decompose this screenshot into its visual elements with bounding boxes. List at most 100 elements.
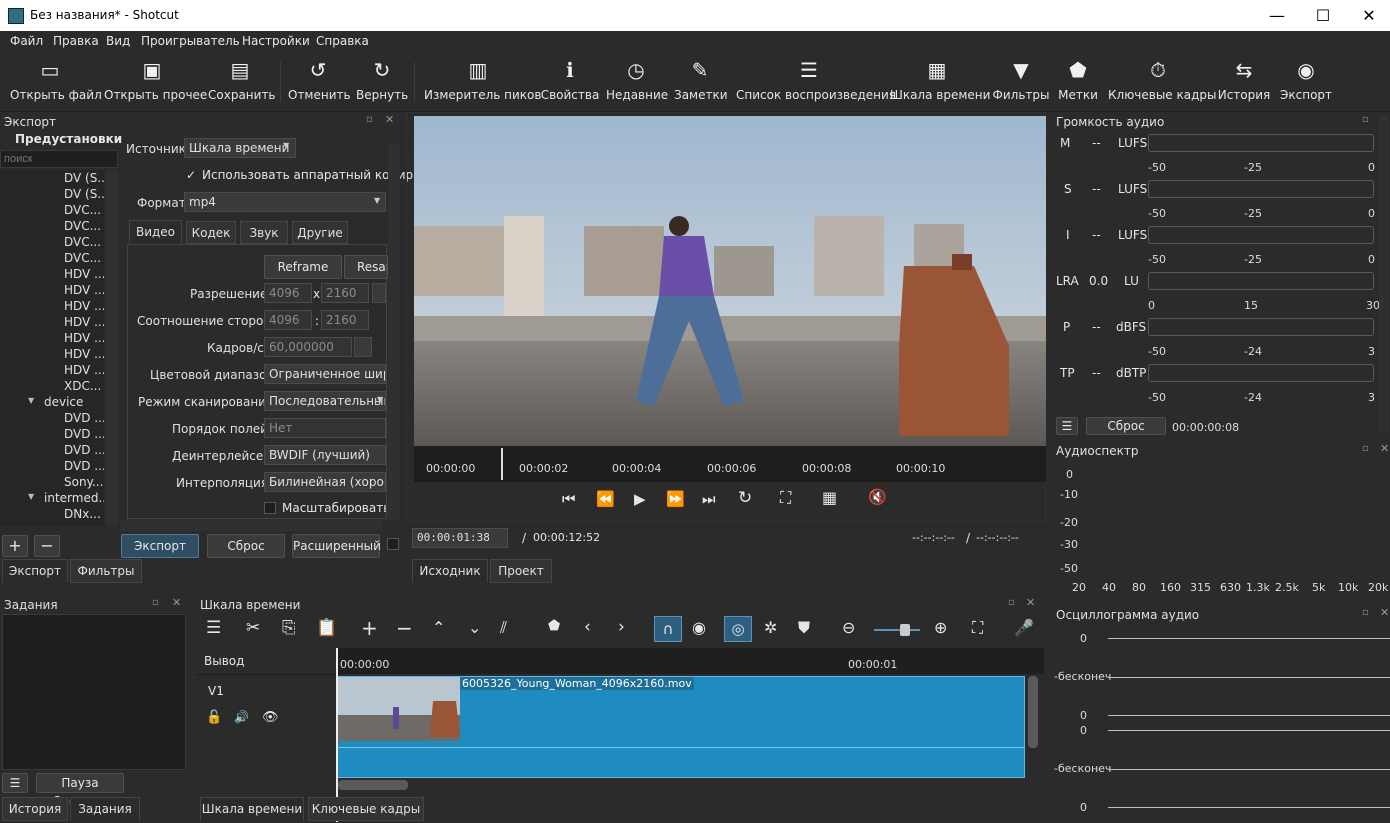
export-button[interactable]: ◉ Экспорт: [1280, 58, 1332, 102]
mute-icon[interactable]: 🔇: [868, 488, 887, 506]
scale-checkbox[interactable]: [264, 502, 276, 514]
ripple-markers-icon[interactable]: ⛊: [798, 618, 810, 638]
advanced-checkbox[interactable]: [387, 538, 399, 550]
list-item[interactable]: DVD ...: [64, 427, 104, 443]
timeline-ruler[interactable]: 00:00:00 00:00:01: [336, 648, 1044, 674]
timeline-button[interactable]: ▦ Шкала времени: [890, 58, 990, 102]
list-item[interactable]: DVC...: [64, 203, 104, 219]
expand-arrow-icon[interactable]: ▼: [28, 396, 34, 405]
scrub-icon[interactable]: ◉: [692, 618, 706, 637]
zoom-slider[interactable]: [874, 629, 920, 631]
list-item[interactable]: HDV ...: [64, 267, 104, 283]
tab-timeline[interactable]: Шкала времени: [200, 797, 304, 821]
menu-file[interactable]: Файл: [10, 34, 43, 48]
close-panel-icon[interactable]: ✕: [1026, 596, 1035, 609]
open-other-button[interactable]: ▣ Открыть прочее: [104, 58, 207, 102]
fps-dropdown[interactable]: [354, 337, 372, 357]
tab-export[interactable]: Экспорт: [2, 559, 68, 583]
peak-meter-button[interactable]: ▥ Измеритель пиков: [424, 58, 541, 102]
loudness-reset-button[interactable]: Сброс: [1086, 417, 1166, 435]
timeline-horizontal-scrollbar[interactable]: [338, 780, 408, 790]
grid-icon[interactable]: ▦: [822, 488, 837, 507]
play-icon[interactable]: ▶: [634, 490, 646, 508]
speaker-icon[interactable]: 🔊: [234, 710, 249, 724]
list-item[interactable]: DVD ...: [64, 411, 104, 427]
ripple-all-tracks-icon[interactable]: ✲: [764, 618, 777, 637]
lock-icon[interactable]: 🔓: [206, 710, 222, 725]
list-item[interactable]: DNx...: [64, 507, 104, 523]
aspect-width-field[interactable]: 4096: [264, 310, 312, 330]
tab-audio[interactable]: Звук: [240, 221, 288, 244]
close-panel-icon[interactable]: ✕: [1380, 606, 1389, 619]
list-item[interactable]: HDV ...: [64, 331, 104, 347]
ripple-icon[interactable]: ◎: [724, 616, 752, 642]
list-item[interactable]: HDV ...: [64, 363, 104, 379]
tab-other[interactable]: Другие: [292, 221, 348, 244]
close-panel-icon[interactable]: ✕: [1380, 442, 1389, 455]
open-file-button[interactable]: ▭ Открыть файл: [10, 58, 102, 102]
append-icon[interactable]: +: [361, 616, 378, 640]
float-icon[interactable]: ▫: [1362, 607, 1369, 618]
list-item[interactable]: HDV ...: [64, 299, 104, 315]
list-item[interactable]: Sony...: [64, 475, 104, 491]
paste-icon[interactable]: 📋: [316, 618, 337, 638]
menu-help[interactable]: Справка: [316, 34, 369, 48]
settings-horizontal-scrollbar[interactable]: [120, 520, 382, 531]
markers-button[interactable]: ⬟ Метки: [1056, 58, 1100, 102]
settings-scrollbar[interactable]: [388, 144, 400, 520]
filters-button[interactable]: ▼ Фильтры: [992, 58, 1050, 102]
advanced-button[interactable]: Расширенный: [292, 534, 381, 558]
scan-mode-select[interactable]: Последовательный: [264, 391, 386, 411]
position-timecode-field[interactable]: 00:00:01:38: [412, 528, 508, 548]
loop-icon[interactable]: ↻: [738, 488, 752, 508]
tab-history[interactable]: История: [2, 797, 68, 821]
menu-settings[interactable]: Настройки: [242, 34, 310, 48]
copy-icon[interactable]: ⎘: [282, 618, 296, 638]
timeline-clip[interactable]: 6005326_Young_Woman_4096x2160.mov: [337, 676, 1025, 778]
list-item[interactable]: HDV ...: [64, 283, 104, 299]
recent-button[interactable]: ◷ Недавние: [606, 58, 668, 102]
history-button[interactable]: ⇆ История: [1216, 58, 1272, 102]
loudness-scrollbar[interactable]: [1379, 116, 1389, 432]
resolution-width-field[interactable]: 4096: [264, 283, 312, 303]
properties-button[interactable]: ℹ Свойства: [540, 58, 600, 102]
close-panel-icon[interactable]: ✕: [172, 596, 181, 609]
float-icon[interactable]: ▫: [152, 597, 159, 608]
source-select[interactable]: Шкала времени: [184, 138, 296, 158]
fast-forward-icon[interactable]: ⏩: [666, 490, 685, 508]
list-item[interactable]: DVD ...: [64, 459, 104, 475]
float-icon[interactable]: ▫: [366, 114, 373, 125]
undo-button[interactable]: ↺ Отменить: [288, 58, 351, 102]
list-item-group[interactable]: intermed...: [44, 491, 104, 507]
keyframes-button[interactable]: ⏱ Ключевые кадры: [1108, 58, 1217, 102]
remove-icon[interactable]: −: [396, 616, 413, 640]
maximize-button[interactable]: ☐: [1300, 0, 1346, 31]
menu-edit[interactable]: Правка: [53, 34, 99, 48]
skip-to-start-icon[interactable]: ⏮: [562, 490, 576, 508]
microphone-icon[interactable]: 🎤: [1014, 618, 1034, 637]
marker-icon[interactable]: ⬟: [548, 618, 560, 634]
zoom-out-icon[interactable]: ⊖: [842, 618, 855, 637]
zoom-in-icon[interactable]: ⊕: [934, 618, 947, 637]
tab-jobs[interactable]: Задания: [70, 797, 140, 821]
playlist-button[interactable]: ☰ Список воспроизведения: [736, 58, 896, 102]
list-item[interactable]: DVC...: [64, 251, 104, 267]
timeline-playhead[interactable]: [336, 648, 338, 822]
list-item[interactable]: HDV ...: [64, 347, 104, 363]
notes-button[interactable]: ✎ Заметки: [674, 58, 728, 102]
snap-icon[interactable]: ∩: [654, 616, 682, 642]
list-item[interactable]: HDV ...: [64, 315, 104, 331]
resolution-height-field[interactable]: 2160: [321, 283, 369, 303]
presets-scrollbar[interactable]: [106, 170, 118, 526]
timeline-vertical-scrollbar[interactable]: [1028, 676, 1038, 748]
export-file-button[interactable]: Экспорт: [121, 534, 199, 558]
zoom-fit-icon[interactable]: ⛶: [972, 618, 983, 638]
timeline-menu-icon[interactable]: ☰: [206, 618, 221, 638]
reframe-button[interactable]: Reframe: [264, 255, 342, 279]
jobs-menu-button[interactable]: ☰: [2, 773, 28, 793]
redo-button[interactable]: ↻ Вернуть: [356, 58, 408, 102]
list-item[interactable]: DV (S...: [64, 187, 104, 203]
loudness-menu-button[interactable]: ☰: [1056, 417, 1078, 435]
minimize-button[interactable]: —: [1254, 0, 1300, 31]
menu-player[interactable]: Проигрыватель: [141, 34, 240, 48]
